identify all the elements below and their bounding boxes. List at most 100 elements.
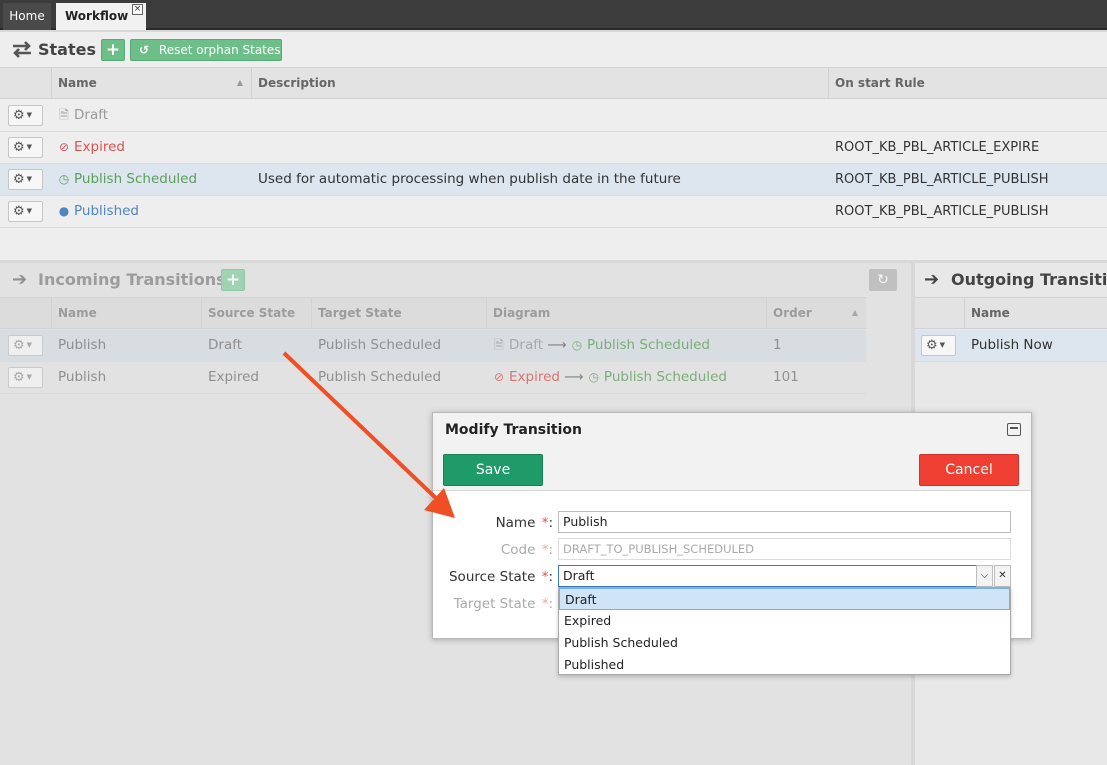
cancel-button[interactable]: Cancel xyxy=(919,454,1019,486)
row-actions-button[interactable]: ⚙ ▼ xyxy=(8,169,43,190)
gear-icon: ⚙ xyxy=(926,338,938,353)
sort-asc-icon: ▲ xyxy=(851,308,858,317)
states-title: States xyxy=(38,40,96,59)
save-button[interactable]: Save xyxy=(443,454,543,486)
column-header-name[interactable]: Name ▲ xyxy=(51,68,251,99)
gear-icon: ⚙ xyxy=(13,172,25,187)
gear-icon: ⚙ xyxy=(13,108,25,123)
column-header-description[interactable]: Description xyxy=(251,68,828,99)
transition-name: Publish Now xyxy=(971,337,1053,353)
diagram-from: Expired xyxy=(509,369,560,385)
gear-icon: ⚙ xyxy=(13,370,25,385)
row-actions-button[interactable]: ⚙ ▼ xyxy=(8,201,43,222)
name-field[interactable]: Publish xyxy=(558,511,1011,533)
chevron-down-icon: ▼ xyxy=(939,341,946,349)
code-field-label: Code *: xyxy=(501,542,553,558)
transition-source: Expired xyxy=(208,369,259,385)
top-tab-bar: Home Workflow × xyxy=(0,0,1107,30)
clear-icon[interactable]: ✕ xyxy=(994,565,1011,587)
diagram-to: Publish Scheduled xyxy=(603,369,727,385)
minimize-icon[interactable] xyxy=(1007,423,1021,436)
dropdown-option-published[interactable]: Published xyxy=(559,654,1010,676)
arrow-right-icon: ➔ xyxy=(12,269,28,290)
add-incoming-button[interactable]: + xyxy=(221,269,245,291)
arrow-right-icon: ➔ xyxy=(924,269,940,290)
table-row[interactable]: ⚙ ▼ ⊘ Expired ROOT_KB_PBL_ARTICLE_EXPIRE xyxy=(0,132,1107,164)
row-actions-button[interactable]: ⚙ ▼ xyxy=(8,335,43,356)
source-state-field-label: Source State *: xyxy=(449,569,553,585)
reset-orphan-states-button[interactable]: ↺ Reset orphan States xyxy=(130,39,282,61)
column-header-target-state[interactable]: Target State xyxy=(311,298,486,329)
table-row[interactable]: ⚙ ▼ 🗎 Draft xyxy=(0,100,1107,132)
chevron-down-icon: ▼ xyxy=(26,143,33,151)
outgoing-grid-header: Name xyxy=(915,297,1107,329)
transition-order: 1 xyxy=(773,337,782,353)
table-row[interactable]: ⚙ ▼ Publish Now xyxy=(915,330,1107,362)
dropdown-option-draft[interactable]: Draft xyxy=(559,588,1010,610)
state-rule: ROOT_KB_PBL_ARTICLE_EXPIRE xyxy=(835,140,1040,155)
table-row[interactable]: ⚙ ▼ Publish Draft Publish Scheduled 🗎 Draf… xyxy=(0,330,866,362)
name-label-text: Name xyxy=(495,515,536,531)
code-field: DRAFT_TO_PUBLISH_SCHEDULED xyxy=(558,538,1011,560)
incoming-title: Incoming Transitions xyxy=(38,270,226,289)
column-header-source-state[interactable]: Source State xyxy=(201,298,311,329)
state-name: ◷ Publish Scheduled xyxy=(58,164,197,195)
close-icon[interactable]: × xyxy=(132,4,143,15)
row-actions-button[interactable]: ⚙ ▼ xyxy=(8,367,43,388)
transition-source: Draft xyxy=(208,337,243,353)
chevron-down-icon: ▼ xyxy=(26,373,33,381)
transition-target: Publish Scheduled xyxy=(318,337,442,353)
tab-home[interactable]: Home xyxy=(3,3,51,30)
label-colon: : xyxy=(548,569,553,585)
label-colon: : xyxy=(548,542,553,558)
row-actions-button[interactable]: ⚙ ▼ xyxy=(8,137,43,158)
label-colon: : xyxy=(548,515,553,531)
outgoing-title: Outgoing Transitions xyxy=(951,270,1107,289)
clock-icon: ◷ xyxy=(588,370,600,384)
table-row[interactable]: ⚙ ▼ ◷ Publish Scheduled Used for automatic… xyxy=(0,164,1107,196)
swap-arrows-icon xyxy=(13,41,31,58)
chevron-down-icon: ▼ xyxy=(26,111,33,119)
diagram-to: Publish Scheduled xyxy=(586,337,711,353)
gear-icon: ⚙ xyxy=(13,204,25,219)
transition-order: 101 xyxy=(773,369,799,385)
column-header-order-label: Order xyxy=(773,306,812,320)
column-header-name[interactable]: Name xyxy=(964,298,1107,329)
table-row[interactable]: ⚙ ▼ Publish Expired Publish Scheduled ⊘ Ex… xyxy=(0,362,866,394)
name-field-label: Name *: xyxy=(496,515,553,531)
transition-target: Publish Scheduled xyxy=(318,369,442,385)
source-state-combo[interactable]: Draft xyxy=(558,565,977,587)
state-rule: ROOT_KB_PBL_ARTICLE_PUBLISH xyxy=(835,172,1049,187)
code-label-text: Code xyxy=(500,542,536,558)
states-header: States + ↺ Reset orphan States xyxy=(0,32,1107,64)
ban-icon: ⊘ xyxy=(493,370,505,384)
refresh-button[interactable]: ↻ xyxy=(869,269,897,291)
outgoing-header: ➔ Outgoing Transitions xyxy=(915,263,1107,295)
diagram-from: Draft xyxy=(509,337,544,353)
column-header-name[interactable]: Name xyxy=(51,298,201,329)
refresh-icon: ↻ xyxy=(877,272,889,288)
dialog-title: Modify Transition xyxy=(445,422,582,438)
chevron-down-icon: ▼ xyxy=(26,341,33,349)
transition-diagram: ⊘ Expired ⟶ ◷ Publish Scheduled xyxy=(493,362,727,393)
row-actions-button[interactable]: ⚙ ▼ xyxy=(921,335,956,356)
table-row[interactable]: ⚙ ▼ ● Published ROOT_KB_PBL_ARTICLE_PUBLIS… xyxy=(0,196,1107,228)
transition-diagram: 🗎 Draft ⟶ ◷ Publish Scheduled xyxy=(493,330,710,361)
states-panel: States + ↺ Reset orphan States Name ▲ Des… xyxy=(0,32,1107,260)
column-header-diagram[interactable]: Diagram xyxy=(486,298,766,329)
state-name-label: Published xyxy=(74,203,139,219)
incoming-header: ➔ Incoming Transitions + ↻ xyxy=(0,263,911,295)
tab-workflow[interactable]: Workflow × xyxy=(56,3,146,30)
column-header-on-start-rule[interactable]: On start Rule xyxy=(828,68,1107,99)
chevron-down-icon[interactable]: ⌵ xyxy=(976,565,993,587)
arrow-long-right-icon: ⟶ xyxy=(547,337,567,353)
dropdown-option-publish-scheduled[interactable]: Publish Scheduled xyxy=(559,632,1010,654)
gear-icon: ⚙ xyxy=(13,140,25,155)
dropdown-option-expired[interactable]: Expired xyxy=(559,610,1010,632)
row-actions-button[interactable]: ⚙ ▼ xyxy=(8,105,43,126)
states-grid-header: Name ▲ Description On start Rule xyxy=(0,67,1107,99)
column-header-order[interactable]: Order ▲ xyxy=(766,298,866,329)
chevron-down-icon: ▼ xyxy=(26,175,33,183)
add-state-button[interactable]: + xyxy=(101,39,125,61)
state-name-label: Draft xyxy=(74,107,109,123)
